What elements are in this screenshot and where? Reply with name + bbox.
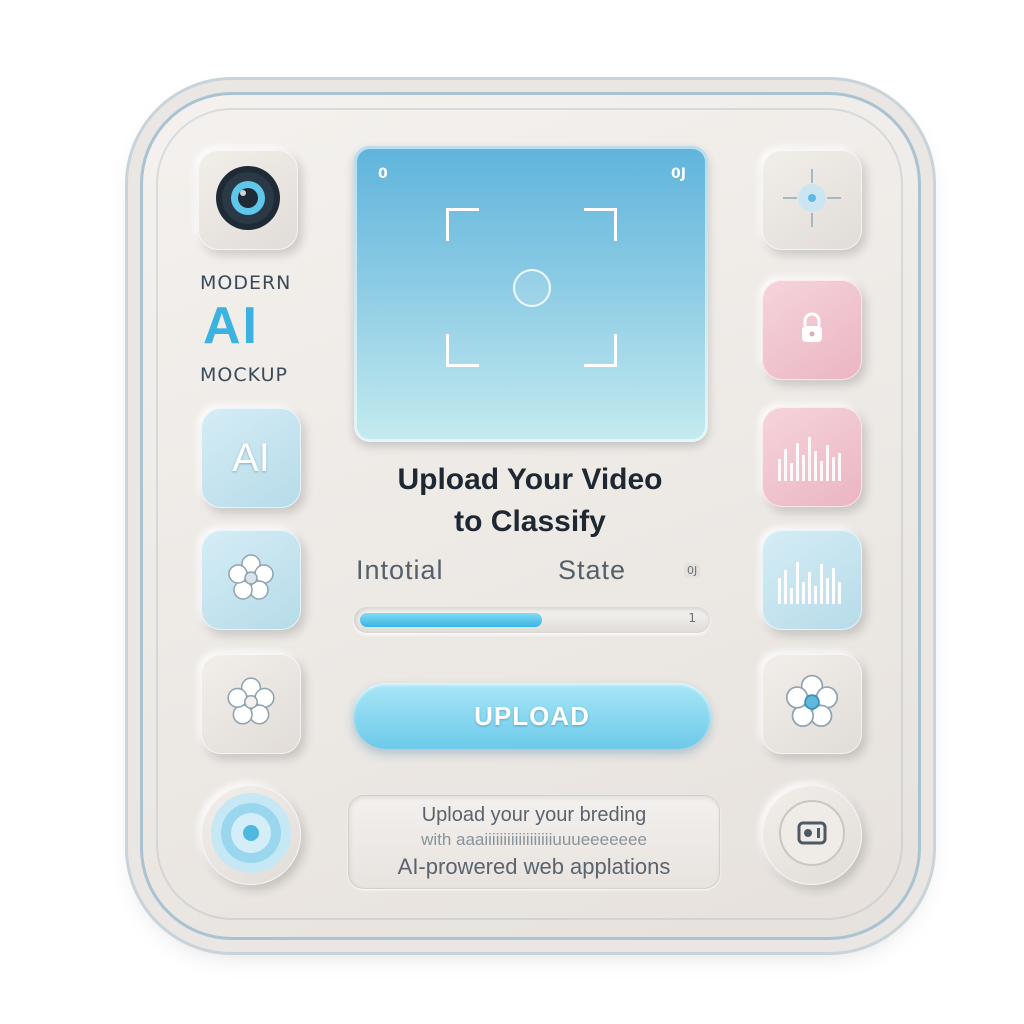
flower-tile-3[interactable] (762, 654, 862, 754)
heading-line-2: to Classify (454, 505, 606, 538)
brand-ai-label: AI (203, 297, 259, 355)
state-right-label: State (558, 555, 627, 585)
video-preview[interactable]: 0 0J (354, 146, 708, 442)
chart-tile-pink[interactable] (762, 407, 862, 507)
frame-corner-tl (446, 208, 479, 241)
frame-corner-br (584, 334, 617, 367)
chart-tile-blue[interactable] (762, 530, 862, 630)
focus-crosshair-icon (777, 163, 847, 237)
focus-circle-icon (513, 269, 551, 307)
description-line-1: Upload your your breding (421, 804, 647, 826)
preview-corner-badge-right: 0J (671, 166, 686, 182)
lock-tile[interactable] (762, 280, 862, 380)
bar-chart-icon (774, 548, 850, 612)
target-tile[interactable] (201, 785, 301, 885)
flower-icon (224, 551, 278, 609)
upload-button-label: UPLOAD (474, 700, 590, 731)
upload-button[interactable]: UPLOAD (353, 683, 711, 749)
frame-corner-bl (446, 334, 479, 367)
description-box: Upload your your breding with aaaiiiiiii… (348, 795, 720, 889)
state-badge: 0J (684, 563, 701, 578)
description-line-2: with aaaiiiiiiiiiiiiiiiiiiuuueeeeeee (421, 830, 647, 849)
state-left-label: Intotial (356, 555, 444, 585)
frame-corner-tr (584, 208, 617, 241)
ai-tile[interactable]: AI (201, 408, 301, 508)
video-tile[interactable] (762, 785, 862, 885)
progress-end-label: 1 (688, 611, 696, 625)
flower-tile-1[interactable] (201, 530, 301, 630)
camera-tile[interactable] (198, 150, 298, 250)
focus-tile[interactable] (762, 150, 862, 250)
camera-lens-icon (213, 163, 283, 237)
progress-fill (360, 613, 542, 627)
target-ring-icon (209, 791, 293, 879)
preview-corner-badge-left: 0 (378, 166, 388, 182)
lock-icon (792, 308, 832, 352)
flower-icon (223, 674, 279, 734)
flower-icon (781, 671, 843, 737)
ai-badge-label: AI (232, 435, 270, 480)
bar-chart-icon (774, 425, 850, 489)
flower-tile-2[interactable] (201, 654, 301, 754)
brand-mockup-label: MOCKUP (200, 364, 288, 386)
description-line-3: AI-prowered web applations (397, 854, 671, 879)
upload-progress-bar: 1 (354, 607, 710, 633)
heading-line-1: Upload Your Video (397, 463, 663, 496)
brand-modern-label: MODERN (200, 272, 292, 294)
video-icon (777, 798, 847, 872)
